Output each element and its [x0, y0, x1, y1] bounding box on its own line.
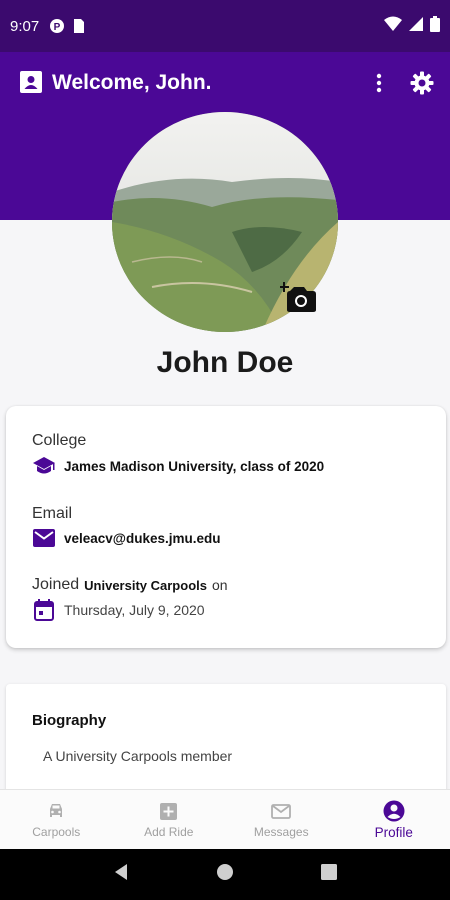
notification-icon: P [49, 18, 65, 34]
mail-icon [32, 526, 56, 550]
nav-item-add-ride[interactable]: Add Ride [113, 790, 226, 849]
biography-title: Biography [32, 712, 107, 729]
email-row: veleacv@dukes.jmu.edu [32, 526, 220, 550]
car-icon [45, 800, 67, 822]
joined-org: University Carpools [84, 577, 207, 593]
add-photo-icon[interactable] [279, 282, 318, 314]
battery-icon [430, 16, 440, 36]
nav-label-messages: Messages [253, 825, 309, 839]
joined-date-row: Thursday, July 9, 2020 [32, 598, 205, 622]
account-circle-icon [383, 800, 405, 822]
nav-label-profile: Profile [374, 824, 413, 840]
biography-text: A University Carpools member [43, 748, 233, 764]
status-right [384, 16, 440, 36]
joined-suffix: on [211, 577, 228, 593]
header-actions [376, 71, 434, 95]
back-icon[interactable] [113, 863, 129, 886]
nav-item-messages[interactable]: Messages [225, 790, 338, 849]
joined-date: Thursday, July 9, 2020 [64, 602, 205, 618]
info-card: College James Madison University, class … [6, 406, 446, 648]
calendar-icon [32, 598, 56, 622]
college-value: James Madison University, class of 2020 [64, 458, 325, 474]
nav-label-carpools: Carpools [32, 825, 81, 839]
mail-icon [270, 800, 292, 822]
settings-icon[interactable] [410, 71, 434, 95]
status-bar: 9:07 P [0, 0, 450, 52]
profile-name: John Doe [156, 346, 294, 379]
add-box-icon [158, 800, 180, 822]
recents-icon[interactable] [320, 864, 337, 885]
nav-item-profile[interactable]: Profile [338, 790, 450, 849]
wifi-icon [384, 16, 402, 36]
contact-card-icon[interactable] [20, 71, 42, 93]
home-icon[interactable] [216, 863, 234, 886]
more-vert-icon[interactable] [376, 73, 382, 93]
nav-item-carpools[interactable]: Carpools [0, 790, 113, 849]
svg-text:P: P [54, 22, 61, 33]
header-title: Welcome, John. [52, 71, 212, 94]
email-value[interactable]: veleacv@dukes.jmu.edu [64, 531, 220, 546]
app-bar-row: Welcome, John. [0, 52, 450, 114]
system-nav-bar [0, 849, 450, 900]
college-label: College [32, 432, 87, 449]
email-label: Email [32, 505, 73, 522]
joined-prefix: Joined [32, 576, 80, 593]
sim-icon [71, 18, 87, 34]
nav-label-add-ride: Add Ride [144, 825, 194, 839]
college-row: James Madison University, class of 2020 [32, 454, 324, 478]
school-icon [32, 454, 56, 478]
status-time: 9:07 [10, 17, 40, 35]
bottom-nav: Carpools Add Ride Messages Profile [0, 789, 450, 849]
biography-card: Biography A University Carpools member [6, 684, 446, 804]
joined-row: Joined University Carpools on [32, 576, 228, 594]
signal-icon [408, 16, 424, 36]
